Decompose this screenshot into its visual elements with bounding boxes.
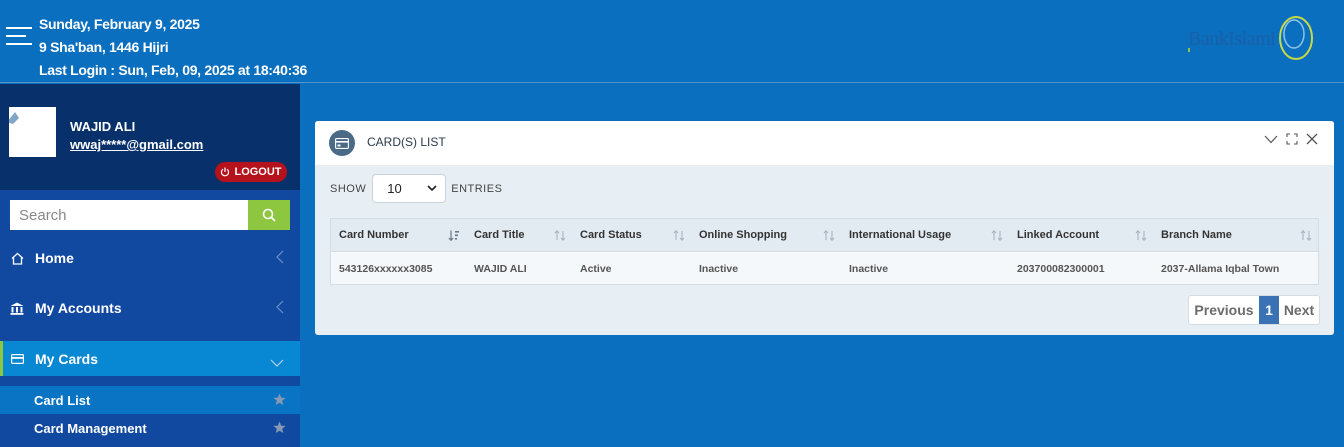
top-header: Sunday, February 9, 2025 9 Sha'ban, 1446… [0,0,1344,83]
user-email[interactable]: wwaj*****@gmail.com [70,137,203,152]
menu-toggle-icon[interactable] [6,27,32,47]
hijri-date: 9 Sha'ban, 1446 Hijri [39,39,169,55]
sort-icon [1300,229,1312,244]
fullscreen-icon[interactable] [1286,133,1298,145]
star-icon[interactable] [273,393,286,409]
search-input[interactable] [10,200,248,230]
page-size-control: SHOW 10 ENTRIES [330,174,502,203]
sort-icon [823,229,835,244]
star-icon[interactable] [273,421,286,437]
header-info: Sunday, February 9, 2025 9 Sha'ban, 1446… [39,13,307,82]
collapse-icon[interactable] [1264,135,1278,144]
previous-page-button[interactable]: Previous [1189,296,1259,324]
user-profile: WAJID ALI wwaj*****@gmail.com LOGOUT [0,84,300,190]
sidebar: WAJID ALI wwaj*****@gmail.com LOGOUT Hom… [0,84,300,447]
avatar[interactable] [5,104,60,160]
sort-icon [991,229,1003,244]
close-icon[interactable] [1306,133,1318,145]
search-icon [262,208,276,222]
card-list-icon [329,130,355,156]
next-page-button[interactable]: Next [1279,296,1319,324]
panel-header: CARD(S) LIST [315,121,1334,165]
column-header-online-shopping[interactable]: Online Shopping [691,219,841,251]
card-list-panel: CARD(S) LIST SHOW 10 ENTRIES Card Number… [315,121,1334,335]
chevron-down-icon [270,354,284,370]
panel-title: CARD(S) LIST [367,135,446,149]
bank-icon [10,302,24,315]
sidebar-item-my-accounts[interactable]: My Accounts [0,290,300,326]
cards-table: Card Number Card Title Card Status Onlin… [330,218,1319,285]
chevron-left-icon [276,250,284,267]
chevron-left-icon [276,300,284,317]
cell-card-title: WAJID ALI [474,262,527,275]
cell-branch-name: 2037-Allama Iqbal Town [1161,262,1280,275]
sidebar-search [10,200,290,230]
column-header-linked-account[interactable]: Linked Account [1009,219,1153,251]
cell-online-shopping: Inactive [699,262,739,275]
sidebar-subitem-card-management[interactable]: Card Management [0,414,300,442]
sort-icon [673,229,685,244]
column-header-branch-name[interactable]: Branch Name [1153,219,1318,251]
column-header-international-usage[interactable]: International Usage [841,219,1009,251]
cell-card-number: 543126xxxxxx3085 [339,262,433,275]
power-icon [221,167,230,177]
pagination: Previous 1 Next [1188,295,1320,325]
card-icon [10,353,24,364]
cell-international-usage: Inactive [849,262,889,275]
sidebar-item-home[interactable]: Home [0,240,300,276]
table-header-row: Card Number Card Title Card Status Onlin… [331,219,1318,252]
logout-button[interactable]: LOGOUT [215,162,287,182]
gregorian-date: Sunday, February 9, 2025 [39,16,200,32]
user-name: WAJID ALI [70,119,136,134]
search-button[interactable] [248,200,290,230]
last-login: Last Login : Sun, Feb, 09, 2025 at 18:40… [39,62,307,78]
column-header-card-status[interactable]: Card Status [572,219,691,251]
sort-asc-icon [448,230,460,244]
entries-label: ENTRIES [451,182,503,195]
cell-linked-account: 203700082300001 [1017,262,1105,275]
page-size-select[interactable]: 10 [372,174,447,203]
bank-logo: BankIslami [1186,14,1316,62]
column-header-card-title[interactable]: Card Title [466,219,572,251]
sidebar-item-my-cards[interactable]: My Cards [0,341,300,376]
table-row[interactable]: 543126xxxxxx3085 WAJID ALI Active Inacti… [331,253,1318,284]
sidebar-subitem-card-list[interactable]: Card List [0,386,300,414]
sort-icon [1135,229,1147,244]
column-header-card-number[interactable]: Card Number [331,219,466,251]
home-icon [10,252,24,265]
page-1-button[interactable]: 1 [1259,296,1279,324]
cell-card-status: Active [580,262,612,275]
show-label: SHOW [330,182,367,195]
sort-icon [554,229,566,244]
panel-tools [1264,133,1318,145]
chevron-down-icon [427,185,437,192]
